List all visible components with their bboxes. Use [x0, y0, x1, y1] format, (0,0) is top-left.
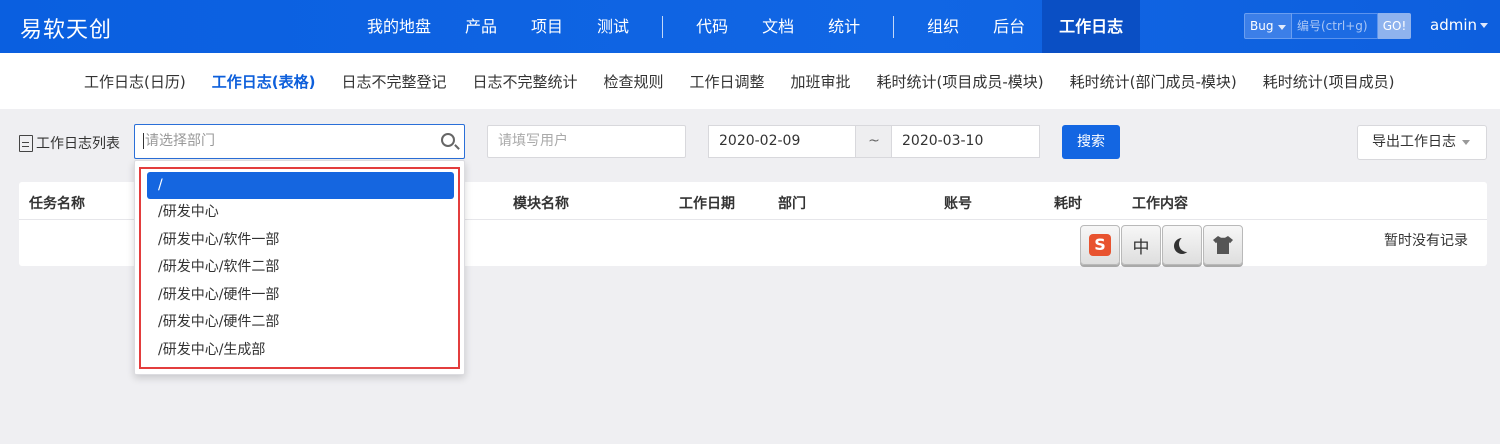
ime-mode-button[interactable]: 中 — [1121, 225, 1161, 265]
page-title: 工作日志列表 — [19, 133, 120, 153]
nav-stats[interactable]: 统计 — [811, 0, 877, 53]
nav-product[interactable]: 产品 — [448, 0, 514, 53]
nav-org[interactable]: 组织 — [910, 0, 976, 53]
search-button[interactable]: 搜索 — [1062, 125, 1120, 159]
quick-search: Bug 编号(ctrl+g) GO! — [1244, 13, 1411, 39]
date-range-separator: ~ — [856, 125, 892, 158]
shirt-icon — [1213, 236, 1233, 254]
chevron-down-icon — [1462, 139, 1470, 145]
th-module-name[interactable]: 模块名称 — [513, 193, 569, 213]
ime-punctuation-button[interactable] — [1162, 225, 1202, 265]
subnav-incomplete-register[interactable]: 日志不完整登记 — [328, 71, 459, 92]
subnav-calendar[interactable]: 工作日志(日历) — [71, 71, 199, 92]
dept-option[interactable]: /研发中心 — [147, 199, 454, 226]
page-title-text: 工作日志列表 — [36, 136, 120, 152]
date-to-input[interactable]: 2020-03-10 — [891, 125, 1040, 158]
subnav-overtime-approval[interactable]: 加班审批 — [778, 71, 864, 92]
dept-option[interactable]: /研发中心/软件二部 — [147, 254, 454, 281]
ime-skin-button[interactable] — [1203, 225, 1243, 265]
top-navbar: 易软天创 我的地盘 产品 项目 测试 代码 文档 统计 组织 后台 工作日志 B… — [0, 0, 1500, 53]
ime-logo-icon: S — [1089, 234, 1111, 256]
user-menu[interactable]: admin — [1430, 16, 1488, 34]
main-nav: 我的地盘 产品 项目 测试 代码 文档 统计 组织 后台 工作日志 — [350, 0, 1141, 53]
subnav-check-rules[interactable]: 检查规则 — [590, 71, 676, 92]
subnav-time-project-member[interactable]: 耗时统计(项目成员) — [1250, 71, 1408, 92]
search-icon — [441, 133, 455, 147]
th-time-spent[interactable]: 耗时 — [1054, 193, 1082, 213]
nav-my[interactable]: 我的地盘 — [350, 0, 448, 53]
nav-project[interactable]: 项目 — [514, 0, 580, 53]
export-label: 导出工作日志 — [1372, 134, 1456, 150]
export-worklog-button[interactable]: 导出工作日志 — [1357, 125, 1487, 160]
nav-admin[interactable]: 后台 — [976, 0, 1042, 53]
date-from-input[interactable]: 2020-02-09 — [708, 125, 856, 158]
department-dropdown: / /研发中心 /研发中心/软件一部 /研发中心/软件二部 /研发中心/硬件一部… — [134, 160, 465, 375]
text-cursor — [143, 133, 144, 149]
th-work-content[interactable]: 工作内容 — [1132, 193, 1188, 213]
dept-option[interactable]: / — [147, 172, 454, 199]
empty-state-text: 暂时没有记录 — [1384, 233, 1468, 249]
department-select-input[interactable]: 请选择部门 — [134, 124, 465, 159]
subnav-incomplete-stats[interactable]: 日志不完整统计 — [459, 71, 590, 92]
th-account[interactable]: 账号 — [944, 193, 972, 213]
document-icon — [19, 134, 33, 152]
nav-code[interactable]: 代码 — [679, 0, 745, 53]
brand-logo[interactable]: 易软天创 — [20, 12, 112, 44]
dept-option[interactable]: /研发中心/生成部 — [147, 337, 454, 364]
department-placeholder: 请选择部门 — [145, 133, 215, 149]
subnav-table[interactable]: 工作日志(表格) — [199, 71, 329, 92]
sub-nav: 工作日志(日历) 工作日志(表格) 日志不完整登记 日志不完整统计 检查规则 工… — [0, 53, 1500, 109]
th-department[interactable]: 部门 — [778, 193, 806, 213]
ime-toolbar: S 中 — [1080, 225, 1244, 265]
dept-option[interactable]: /研发中心/硬件一部 — [147, 282, 454, 309]
nav-divider — [893, 15, 895, 38]
th-task-name[interactable]: 任务名称 — [29, 193, 85, 213]
quick-search-type-select[interactable]: Bug — [1244, 13, 1292, 39]
subnav-time-dept-module[interactable]: 耗时统计(部门成员-模块) — [1057, 71, 1250, 92]
nav-test[interactable]: 测试 — [580, 0, 646, 53]
moon-icon — [1179, 236, 1195, 252]
dept-option[interactable]: /研发中心/硬件二部 — [147, 309, 454, 336]
th-work-date[interactable]: 工作日期 — [679, 193, 735, 213]
user-name: admin — [1430, 16, 1477, 34]
dept-option[interactable]: /研发中心/软件一部 — [147, 227, 454, 254]
ime-logo-button[interactable]: S — [1080, 225, 1120, 265]
quick-search-input[interactable]: 编号(ctrl+g) — [1292, 13, 1378, 39]
quick-search-go-button[interactable]: GO! — [1378, 13, 1411, 39]
nav-worklog[interactable]: 工作日志 — [1042, 0, 1141, 53]
nav-doc[interactable]: 文档 — [745, 0, 811, 53]
user-input[interactable]: 请填写用户 — [487, 125, 686, 158]
subnav-workday-adjust[interactable]: 工作日调整 — [676, 71, 777, 92]
subnav-time-project-module[interactable]: 耗时统计(项目成员-模块) — [864, 71, 1057, 92]
ime-mode-label: 中 — [1132, 237, 1150, 258]
chevron-down-icon — [1480, 23, 1488, 28]
nav-divider — [662, 15, 664, 38]
